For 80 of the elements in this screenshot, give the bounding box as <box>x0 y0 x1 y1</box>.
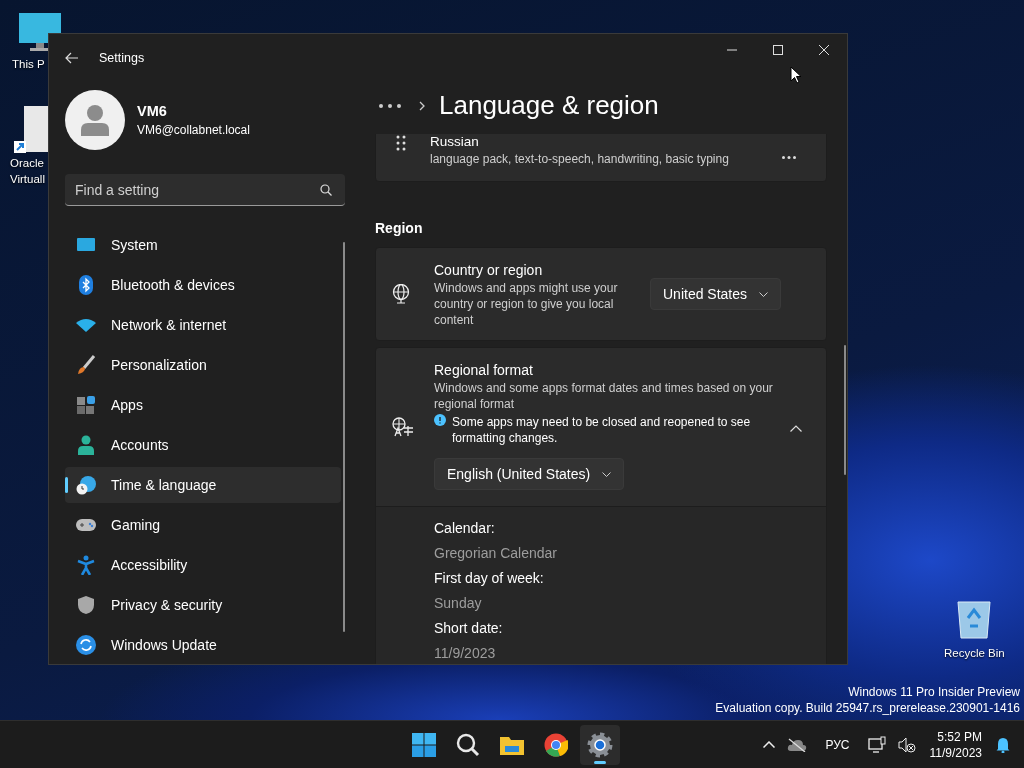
windows-logo-icon[interactable] <box>412 732 436 757</box>
network-icon <box>867 735 886 754</box>
monitor-icon <box>76 237 96 253</box>
user-email: VM6@collabnet.local <box>137 123 250 137</box>
clock-button[interactable]: 5:52 PM 11/9/2023 <box>923 728 988 761</box>
language-name: Russian <box>430 134 480 151</box>
info-icon <box>434 414 446 426</box>
chevron-up-icon <box>790 424 802 432</box>
nav-item[interactable]: Personalization <box>65 347 341 383</box>
scrollbar-thumb[interactable] <box>844 345 846 475</box>
chevron-right-icon <box>419 100 425 111</box>
nav-item[interactable]: Gaming <box>65 507 341 543</box>
search-field[interactable]: Find a setting <box>65 174 345 206</box>
nav-item[interactable]: Privacy & security <box>65 587 341 623</box>
setting-description: Windows and some apps format dates and times based on your regional format <box>434 380 774 412</box>
monitor-icon <box>18 12 62 52</box>
detail-label: Short date: <box>434 619 504 638</box>
search-icon <box>320 184 332 196</box>
setting-title: Regional format <box>434 361 534 380</box>
nav-item[interactable]: Accessibility <box>65 547 341 583</box>
user-name: VM6 <box>137 103 168 119</box>
language-features: language pack, text-to-speech, handwriting, basic typing <box>430 151 730 167</box>
desktop-icon-label[interactable]: This P <box>12 56 45 72</box>
nav-item[interactable]: Time & language <box>65 467 341 503</box>
setting-description: Windows and apps might use your country or region to give you local content <box>434 280 619 328</box>
game-controller-icon <box>75 517 97 533</box>
bluetooth-icon <box>76 275 96 295</box>
input-language-button[interactable]: РУС <box>815 733 860 756</box>
detail-value: 11/9/2023 <box>434 644 497 663</box>
scrollbar-thumb[interactable] <box>343 242 345 632</box>
refresh-circle-icon <box>76 635 96 655</box>
maximize-icon <box>773 45 783 55</box>
nav-item[interactable]: Accounts <box>65 427 341 463</box>
nav-item[interactable]: Network & internet <box>65 307 341 343</box>
desktop-icon-label[interactable]: Recycle Bin <box>944 645 1005 661</box>
detail-value: Sunday <box>434 594 483 613</box>
ellipsis-icon <box>379 103 401 108</box>
apps-grid-icon <box>76 395 96 415</box>
globe-with-characters-icon <box>392 417 414 437</box>
chevron-down-icon <box>759 291 769 297</box>
wifi-icon <box>76 318 96 332</box>
format-dropdown[interactable]: English (United States) <box>434 458 625 490</box>
paintbrush-icon <box>76 355 96 375</box>
taskbar-app-button[interactable] <box>580 724 620 765</box>
desktop-icon-label[interactable]: Oracle Virtuall <box>10 155 45 187</box>
nav-item[interactable]: Apps <box>65 387 341 423</box>
browser-icon[interactable] <box>544 732 568 757</box>
page-title: Language & region <box>439 90 659 121</box>
accessibility-figure-icon <box>76 555 96 575</box>
clock-date: 11/9/2023 <box>929 744 982 761</box>
person-icon <box>76 435 96 455</box>
close-icon <box>819 45 829 55</box>
build-info-text: Windows 11 Pro Insider Preview Evaluation copy. Build 25947.rs_prerelease.230901-1416 <box>715 684 1020 716</box>
info-note: Some apps may need to be closed and reopened to see formatting changes. <box>452 414 752 446</box>
chevron-down-icon <box>602 471 612 477</box>
nav-item[interactable]: Bluetooth & devices <box>65 267 341 303</box>
detail-label: First day of week: <box>434 569 545 588</box>
nav-item[interactable]: Windows Update <box>65 627 341 663</box>
drag-handle-icon <box>396 135 406 151</box>
ellipsis-icon <box>782 156 796 159</box>
cloud-off-icon <box>787 737 808 752</box>
section-heading: Region <box>375 219 424 238</box>
globe-clock-icon <box>76 475 96 495</box>
clock-time: 5:52 PM <box>937 728 982 745</box>
setting-title: Country or region <box>434 261 544 280</box>
person-silhouette-icon <box>80 104 110 136</box>
globe-icon <box>392 284 410 304</box>
gear-icon[interactable] <box>587 731 613 758</box>
speaker-muted-icon <box>897 736 916 753</box>
nav-item[interactable]: System <box>65 227 341 263</box>
detail-label: Calendar: <box>434 519 496 538</box>
back-arrow-icon <box>65 51 79 64</box>
chevron-up-icon <box>763 741 776 748</box>
window-title: Settings <box>99 50 146 65</box>
mouse-pointer-icon <box>790 66 802 84</box>
search-icon[interactable] <box>456 732 480 757</box>
country-dropdown[interactable]: United States <box>650 278 782 310</box>
bell-icon <box>996 736 1010 753</box>
detail-value: Gregorian Calendar <box>434 544 558 563</box>
shield-icon <box>77 595 95 615</box>
